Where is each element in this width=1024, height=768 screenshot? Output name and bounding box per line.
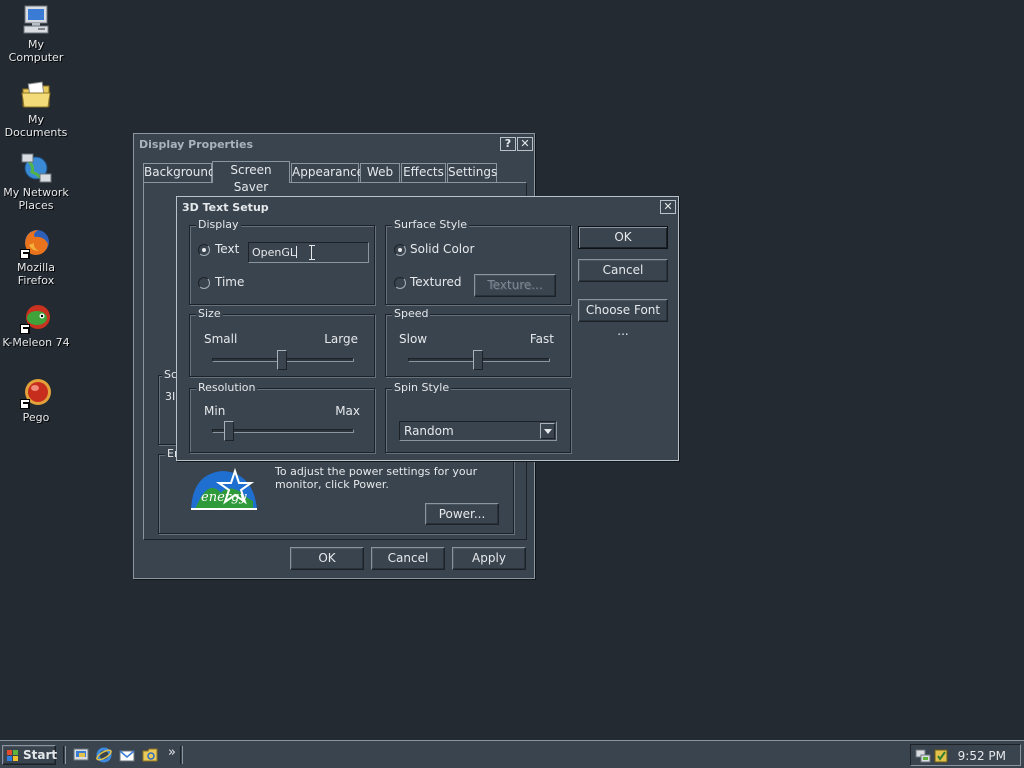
pego-icon [20, 377, 52, 409]
speed-max-label: Fast [529, 332, 554, 346]
start-label: Start [23, 748, 58, 762]
i-beam-cursor-icon [309, 245, 315, 260]
screen-saver-select[interactable]: 3I [165, 390, 175, 403]
power-button[interactable]: Power... [425, 503, 499, 525]
resolution-group: Resolution Min Max [189, 381, 375, 453]
desktop-icon-label: Mozilla Firefox [17, 261, 55, 287]
size-max-label: Large [324, 332, 358, 346]
speed-group: Speed Slow Fast [385, 307, 571, 377]
tab-background[interactable]: Background [143, 163, 216, 182]
desktop-icon-label: My Network Places [3, 186, 69, 212]
ie-icon[interactable] [96, 747, 112, 763]
ok-button[interactable]: OK [578, 226, 668, 249]
close-button[interactable]: ✕ [660, 200, 676, 214]
desktop-icon-label: My Documents [4, 113, 68, 139]
desktop-icon-firefox[interactable]: Mozilla Firefox [0, 227, 72, 287]
text-input[interactable]: OpenGL [248, 242, 369, 263]
shortcut-arrow-icon [20, 324, 30, 334]
firefox-icon [20, 227, 52, 259]
tab-appearance[interactable]: Appearance [291, 163, 364, 182]
desktop-icon-pego[interactable]: Pego [0, 377, 72, 424]
windows-logo-icon [7, 749, 19, 761]
desktop-icon-label: My Computer [8, 38, 64, 64]
network-places-icon [20, 152, 52, 184]
title-bar[interactable]: 3D Text Setup ✕ [179, 199, 676, 217]
tab-screen-saver[interactable]: Screen Saver [212, 161, 290, 194]
resolution-max-label: Max [335, 404, 360, 418]
svg-text:energy: energy [201, 490, 247, 505]
group-title: Speed [392, 307, 431, 320]
energy-star-logo-icon: energy [187, 467, 259, 511]
show-desktop-icon[interactable] [73, 747, 89, 763]
spin-style-group: Spin Style Random [385, 381, 571, 453]
energy-description: To adjust the power settings for your mo… [275, 465, 478, 491]
dialog-title: 3D Text Setup [182, 201, 269, 214]
desktop-icon-label: K-Meleon 74 [2, 336, 70, 349]
spin-style-select[interactable]: Random [399, 421, 557, 441]
documents-folder-icon [20, 79, 52, 111]
text-caret [296, 246, 298, 258]
tab-web[interactable]: Web [360, 163, 400, 182]
desktop-icon-my-computer[interactable]: My Computer [0, 4, 72, 64]
computer-icon [20, 4, 52, 36]
group-title: Size [196, 307, 223, 320]
text-radio[interactable] [198, 244, 210, 256]
time-radio-label: Time [215, 275, 245, 289]
textured-label: Textured [410, 275, 462, 289]
cancel-button[interactable]: Cancel [578, 259, 668, 282]
quick-launch-overflow-button[interactable]: » [168, 745, 176, 760]
desktop-icon-label: Pego [22, 411, 50, 424]
display-group: Display Text OpenGL Time [189, 218, 375, 305]
speed-slider-thumb[interactable] [473, 350, 483, 370]
text-input-value: OpenGL [252, 246, 297, 259]
shortcut-arrow-icon [20, 399, 30, 409]
cancel-button[interactable]: Cancel [371, 547, 445, 570]
close-button[interactable]: ✕ [517, 137, 533, 151]
apply-button[interactable]: Apply [452, 547, 526, 570]
solid-color-radio[interactable] [394, 244, 406, 256]
text-radio-label: Text [215, 242, 240, 256]
explorer-icon[interactable] [142, 747, 158, 763]
title-bar[interactable]: Display Properties ? ✕ [136, 136, 533, 154]
dropdown-arrow-icon[interactable] [540, 423, 555, 439]
speed-min-label: Slow [399, 332, 428, 346]
security-tray-icon[interactable] [933, 748, 949, 764]
desktop-icon-k-meleon[interactable]: K-Meleon 74 [0, 302, 72, 349]
group-title: Display [196, 218, 241, 231]
energy-star-group: Er energy To adjust the power settings f… [158, 447, 514, 534]
desktop-icon-network-places[interactable]: My Network Places [0, 152, 72, 212]
group-title: Surface Style [392, 218, 470, 231]
taskbar-separator [180, 746, 183, 764]
network-tray-icon[interactable] [915, 748, 931, 764]
solid-color-label: Solid Color [410, 242, 475, 256]
spin-style-value: Random [404, 424, 454, 438]
shortcut-arrow-icon [20, 249, 30, 259]
ok-button[interactable]: OK [290, 547, 364, 570]
outlook-icon[interactable] [119, 747, 135, 763]
tab-effects[interactable]: Effects [401, 163, 446, 182]
group-title: Resolution [196, 381, 258, 394]
text-setup-dialog: 3D Text Setup ✕ Display Text OpenGL Time… [176, 196, 679, 461]
resolution-min-label: Min [204, 404, 226, 418]
taskbar: Start » 9:52 PM [0, 740, 1024, 768]
time-radio[interactable] [198, 277, 210, 289]
quick-launch-separator [63, 746, 66, 764]
tab-settings[interactable]: Settings [447, 163, 497, 182]
clock[interactable]: 9:52 PM [958, 749, 1006, 763]
system-tray: 9:52 PM [910, 744, 1021, 766]
window-title: Display Properties [139, 138, 254, 151]
help-button[interactable]: ? [500, 137, 516, 151]
resolution-slider-thumb[interactable] [224, 421, 234, 441]
desktop-icon-my-documents[interactable]: My Documents [0, 79, 72, 139]
start-button[interactable]: Start [2, 745, 58, 765]
size-min-label: Small [204, 332, 238, 346]
choose-font-button[interactable]: Choose Font ... [578, 299, 668, 338]
k-meleon-icon [20, 302, 52, 334]
textured-radio[interactable] [394, 277, 406, 289]
texture-button[interactable]: Texture... [474, 274, 556, 297]
group-title: Spin Style [392, 381, 452, 394]
size-group: Size Small Large [189, 307, 375, 377]
surface-style-group: Surface Style Solid Color Textured Textu… [385, 218, 571, 305]
size-slider-thumb[interactable] [277, 350, 287, 370]
